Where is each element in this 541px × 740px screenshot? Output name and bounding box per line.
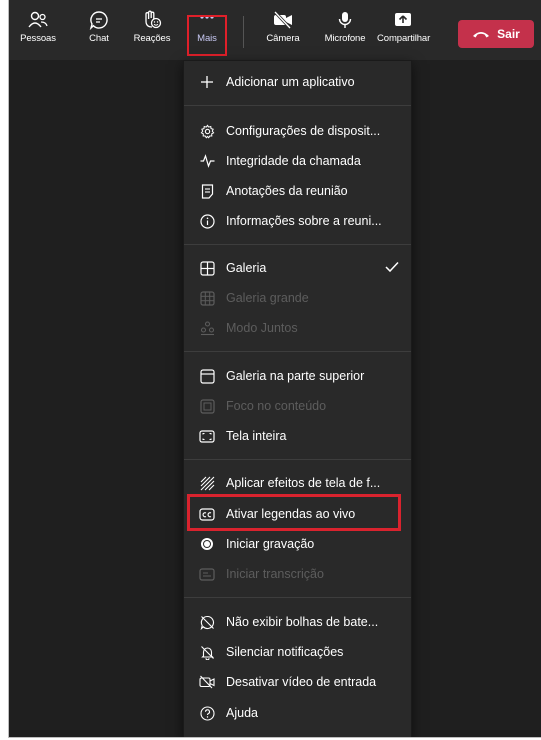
help-icon [199, 705, 215, 721]
menu-item-label: Silenciar notificações [226, 645, 344, 659]
microphone-label: Microfone [324, 33, 366, 44]
menu-item-start-transcription: Iniciar transcrição [184, 559, 411, 589]
menu-item-focus-content: Foco no conteúdo [184, 391, 411, 421]
video-off-icon [199, 674, 215, 690]
people-button[interactable]: Pessoas [12, 10, 64, 58]
transcription-icon [199, 566, 215, 582]
menu-item-label: Anotações da reunião [226, 184, 348, 198]
menu-item-full-screen[interactable]: Tela inteira [184, 421, 411, 451]
meeting-window: Pessoas Chat Reações Mais Câmera Microfo… [8, 0, 541, 738]
menu-item-device-settings[interactable]: Configurações de disposit... [184, 116, 411, 146]
leave-label: Sair [497, 27, 520, 41]
camera-button[interactable]: Câmera [257, 10, 309, 58]
together-mode-icon [199, 320, 215, 336]
focus-content-icon [199, 398, 215, 414]
menu-item-meeting-notes[interactable]: Anotações da reunião [184, 176, 411, 206]
gear-icon [199, 123, 215, 139]
menu-item-label: Galeria na parte superior [226, 369, 365, 383]
menu-item-together-mode: Modo Juntos [184, 313, 411, 343]
plus-icon [199, 74, 215, 90]
menu-item-start-recording[interactable]: Iniciar gravação [184, 529, 411, 559]
checkmark-icon [385, 261, 399, 276]
chat-icon [89, 11, 108, 30]
menu-item-help[interactable]: Ajuda [184, 698, 411, 728]
background-effects-icon [199, 475, 215, 491]
live-captions-highlight-box [187, 494, 401, 531]
menu-item-label: Foco no conteúdo [226, 399, 327, 413]
gallery-grid-icon [199, 260, 215, 276]
share-label: Compartilhar [377, 33, 431, 44]
menu-item-label: Modo Juntos [226, 321, 298, 335]
share-screen-icon [395, 13, 411, 26]
menu-item-label: Aplicar efeitos de tela de f... [226, 476, 381, 490]
people-icon [28, 11, 48, 28]
menu-item-add-app[interactable]: Adicionar um aplicativo [184, 67, 411, 97]
menu-item-label: Integridade da chamada [226, 154, 361, 168]
share-button[interactable]: Compartilhar [377, 10, 431, 58]
record-icon [199, 536, 215, 552]
reactions-button[interactable]: Reações [126, 10, 178, 58]
gallery-top-icon [199, 368, 215, 384]
menu-item-label: Não exibir bolhas de bate... [226, 615, 379, 629]
camera-label: Câmera [266, 33, 300, 44]
more-highlight-box [187, 15, 227, 56]
hang-up-icon [473, 32, 490, 38]
menu-item-label: Iniciar gravação [226, 537, 315, 551]
menu-item-label: Configurações de disposit... [226, 124, 381, 138]
menu-item-label: Galeria [226, 261, 267, 275]
menu-item-label: Iniciar transcrição [226, 567, 324, 581]
menu-separator [184, 351, 411, 352]
camera-off-icon [273, 10, 292, 30]
menu-item-label: Informações sobre a reuni... [226, 214, 382, 228]
menu-item-label: Galeria grande [226, 291, 309, 305]
menu-separator [184, 244, 411, 245]
full-screen-icon [199, 428, 215, 444]
menu-item-label: Ajuda [226, 706, 258, 720]
people-label: Pessoas [20, 33, 56, 44]
leave-button[interactable]: Sair [458, 20, 534, 48]
chat-label: Chat [89, 33, 109, 44]
chat-bubble-off-icon [199, 614, 215, 630]
toolbar-divider [243, 16, 244, 48]
reactions-label: Reações [133, 33, 171, 44]
microphone-icon [338, 12, 352, 28]
menu-item-gallery-top[interactable]: Galeria na parte superior [184, 361, 411, 391]
microphone-button[interactable]: Microfone [319, 10, 371, 58]
menu-separator [184, 459, 411, 460]
menu-separator [184, 105, 411, 106]
menu-item-mute-notifications[interactable]: Silenciar notificações [184, 637, 411, 667]
notes-icon [199, 183, 215, 199]
menu-item-label: Desativar vídeo de entrada [226, 675, 377, 689]
menu-item-hide-chat-bubbles[interactable]: Não exibir bolhas de bate... [184, 607, 411, 637]
menu-item-turn-off-incoming-video[interactable]: Desativar vídeo de entrada [184, 667, 411, 697]
menu-item-large-gallery: Galeria grande [184, 283, 411, 313]
chat-button[interactable]: Chat [73, 10, 125, 58]
menu-item-meeting-info[interactable]: Informações sobre a reuni... [184, 206, 411, 236]
hand-emoji-icon [145, 10, 162, 29]
menu-item-label: Adicionar um aplicativo [226, 75, 355, 89]
pulse-icon [199, 153, 215, 169]
info-icon [199, 213, 215, 229]
large-gallery-icon [199, 290, 215, 306]
menu-item-label: Tela inteira [226, 429, 287, 443]
menu-item-call-health[interactable]: Integridade da chamada [184, 146, 411, 176]
meeting-toolbar: Pessoas Chat Reações Mais Câmera Microfo… [9, 0, 541, 60]
menu-separator [184, 597, 411, 598]
menu-item-gallery[interactable]: Galeria [184, 253, 411, 283]
bell-off-icon [199, 644, 215, 660]
more-options-menu: Adicionar um aplicativo Configurações de… [183, 60, 412, 737]
